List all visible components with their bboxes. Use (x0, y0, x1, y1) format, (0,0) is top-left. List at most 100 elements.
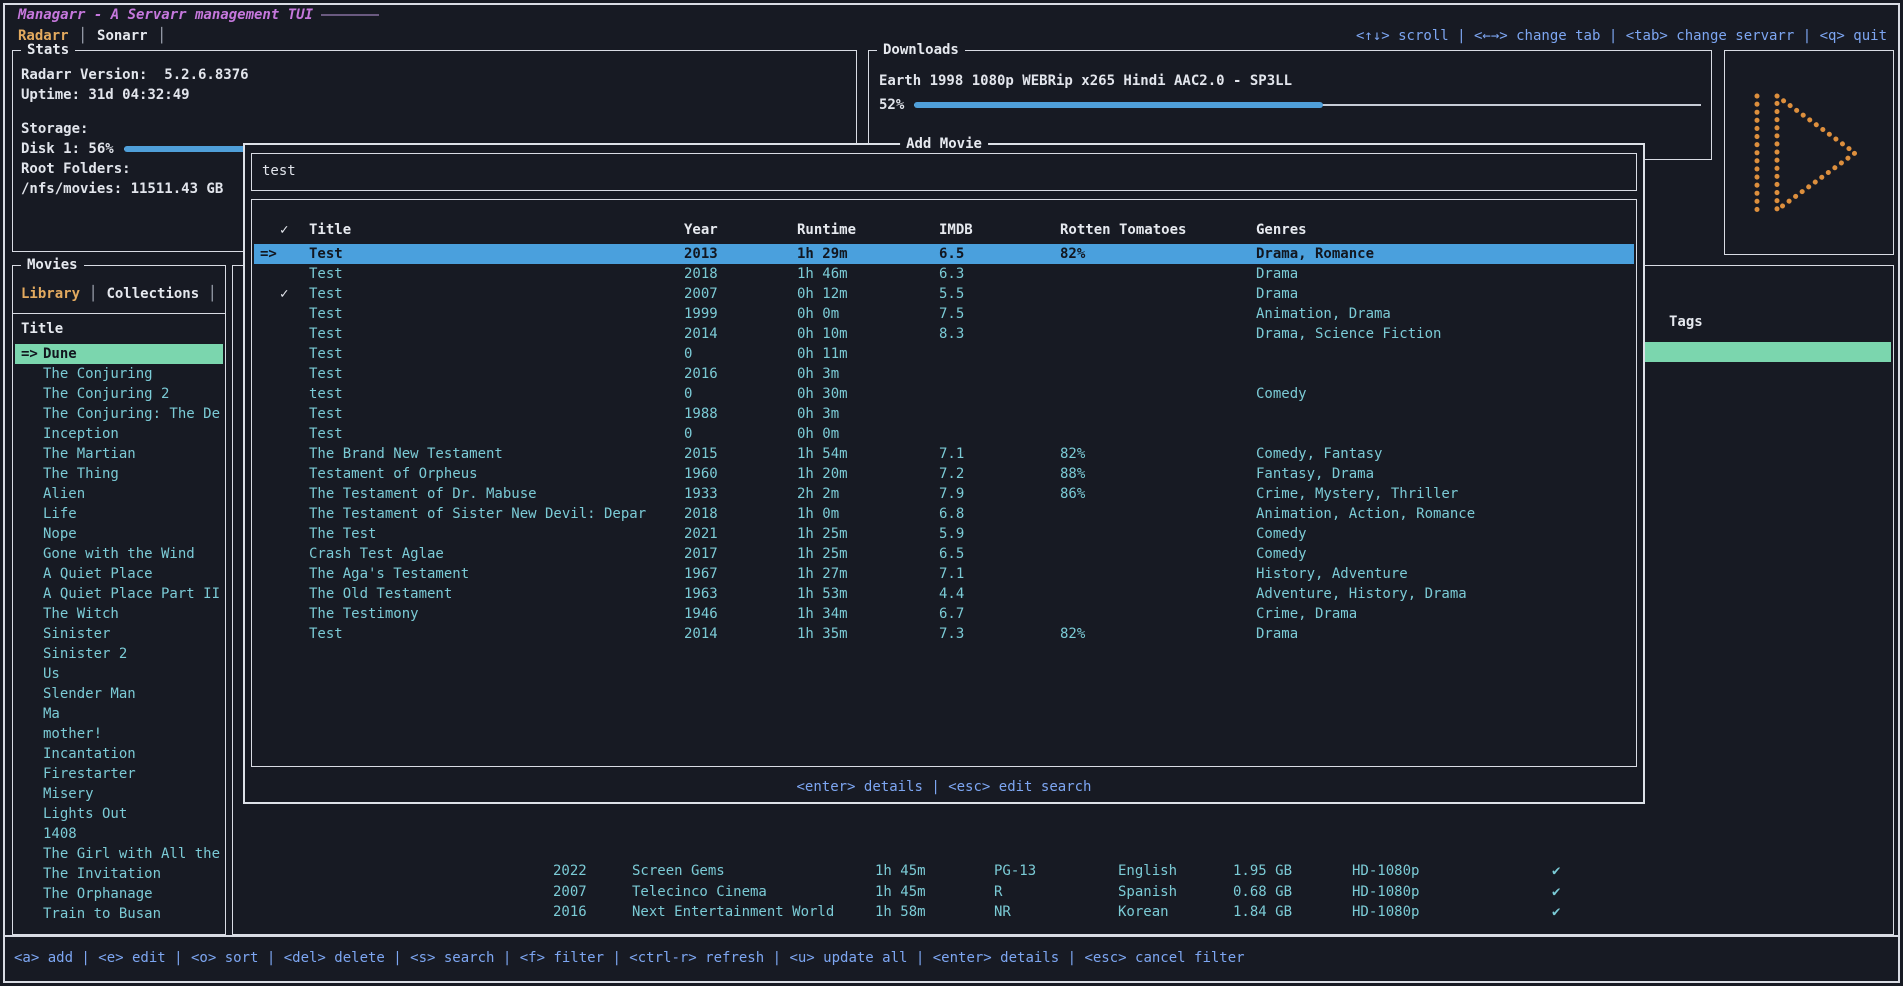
movie-list-item[interactable]: Alien (15, 484, 223, 504)
cell-genres: Fantasy, Drama (1256, 464, 1374, 484)
movie-list-item[interactable]: Slender Man (15, 684, 223, 704)
movie-list-item[interactable]: The Conjuring 2 (15, 384, 223, 404)
search-result-row[interactable]: The Test 2021 1h 25m 5.9 Comedy (254, 524, 1634, 544)
movie-list-item[interactable]: Incantation (15, 744, 223, 764)
cell-imdb: 6.7 (939, 604, 964, 624)
movies-title-header: Title (13, 314, 225, 344)
monitored-icon: ✔ (1552, 861, 1560, 881)
search-result-row[interactable]: Test 1999 0h 0m 7.5 Animation, Drama (254, 304, 1634, 324)
movie-list-item[interactable]: Train to Busan (15, 904, 223, 924)
search-result-row[interactable]: Crash Test Aglae 2017 1h 25m 6.5 Comedy (254, 544, 1634, 564)
movie-list-item[interactable]: 1408 (15, 824, 223, 844)
movie-list-item[interactable]: Lights Out (15, 804, 223, 824)
movie-list-item[interactable]: The Conjuring: The De (15, 404, 223, 424)
search-result-row[interactable]: => Test 2013 1h 29m 6.5 82% Drama, Roman… (254, 244, 1634, 264)
movie-item-label: Gone with the Wind (43, 546, 195, 562)
cell-year: 2014 (684, 624, 718, 644)
library-table-row[interactable]: 2022 Screen Gems 1h 45m PG-13 English 1.… (233, 861, 1893, 882)
search-result-row[interactable]: ✓ Test 2007 0h 12m 5.5 Drama (254, 284, 1634, 304)
cell-imdb: 8.3 (939, 324, 964, 344)
movie-list-item[interactable]: Firestarter (15, 764, 223, 784)
movie-list-item[interactable]: Sinister 2 (15, 644, 223, 664)
tab-separator: │ (158, 26, 166, 46)
movie-item-label: Incantation (43, 746, 136, 762)
cell-genres: Crime, Drama (1256, 604, 1357, 624)
cell-title: The Brand New Testament (309, 444, 503, 464)
cell-title: Test (309, 324, 343, 344)
cell-imdb: 7.5 (939, 304, 964, 324)
cell-runtime: 1h 25m (797, 544, 848, 564)
cell-rotten-tomatoes: 86% (1060, 484, 1085, 504)
movie-list-item[interactable]: The Martian (15, 444, 223, 464)
logo-panel (1724, 50, 1894, 255)
cell-year: 2017 (684, 544, 718, 564)
movie-item-label: The Invitation (43, 866, 161, 882)
search-result-row[interactable]: Test 2014 0h 10m 8.3 Drama, Science Fict… (254, 324, 1634, 344)
selected-row-tags-highlight[interactable] (1645, 342, 1891, 362)
cell-runtime: 0h 11m (797, 344, 848, 364)
search-result-row[interactable]: Test 0 0h 11m (254, 344, 1634, 364)
movie-list-item[interactable]: Ma (15, 704, 223, 724)
movie-list-item[interactable]: Gone with the Wind (15, 544, 223, 564)
selection-arrow: => (21, 344, 38, 364)
storage-label: Storage: (21, 119, 848, 139)
movie-list-item[interactable]: The Thing (15, 464, 223, 484)
movie-list-item[interactable]: The Girl with All the (15, 844, 223, 864)
tab-collections[interactable]: Collections (106, 286, 199, 302)
library-table-row[interactable]: 2016 Next Entertainment World 1h 58m NR … (233, 902, 1893, 923)
movie-list-item[interactable]: Nope (15, 524, 223, 544)
movie-list-item[interactable]: Life (15, 504, 223, 524)
cell-size: 1.84 GB (1233, 902, 1292, 922)
search-result-row[interactable]: The Old Testament 1963 1h 53m 4.4 Advent… (254, 584, 1634, 604)
movie-item-label: The Conjuring (43, 366, 153, 382)
tab-sonarr[interactable]: Sonarr (97, 26, 148, 46)
search-result-row[interactable]: Test 2018 1h 46m 6.3 Drama (254, 264, 1634, 284)
cell-genres: Crime, Mystery, Thriller (1256, 484, 1458, 504)
movie-list-item[interactable]: The Invitation (15, 864, 223, 884)
search-result-row[interactable]: Test 1988 0h 3m (254, 404, 1634, 424)
header-rotten-tomatoes: Rotten Tomatoes (1060, 220, 1186, 240)
library-table-row[interactable]: 2007 Telecinco Cinema 1h 45m R Spanish 0… (233, 882, 1893, 903)
movie-item-label: Lights Out (43, 806, 127, 822)
movie-list-item[interactable]: => Dune (15, 344, 223, 364)
search-result-row[interactable]: The Testament of Sister New Devil: Depar… (254, 504, 1634, 524)
movie-item-label: Misery (43, 786, 94, 802)
movie-list-item[interactable]: Misery (15, 784, 223, 804)
cell-runtime: 1h 58m (875, 902, 926, 922)
tab-library[interactable]: Library (21, 286, 80, 302)
cell-rotten-tomatoes: 88% (1060, 464, 1085, 484)
cell-genres: Comedy (1256, 524, 1307, 544)
download-item[interactable]: Earth 1998 1080p WEBRip x265 Hindi AAC2.… (879, 71, 1701, 91)
tab-separator: │ (208, 286, 216, 302)
movie-list-item[interactable]: A Quiet Place Part II (15, 584, 223, 604)
movie-list-item[interactable]: Inception (15, 424, 223, 444)
movie-list-item[interactable]: The Orphanage (15, 884, 223, 904)
movie-search-input[interactable]: test (251, 153, 1637, 191)
search-result-row[interactable]: Test 2016 0h 3m (254, 364, 1634, 384)
movie-list-item[interactable]: The Witch (15, 604, 223, 624)
movie-list-item[interactable]: mother! (15, 724, 223, 744)
search-result-row[interactable]: Test 0 0h 0m (254, 424, 1634, 444)
cell-runtime: 1h 20m (797, 464, 848, 484)
movie-item-label: Sinister 2 (43, 646, 127, 662)
movie-list-item[interactable]: A Quiet Place (15, 564, 223, 584)
movie-item-label: Train to Busan (43, 906, 161, 922)
search-result-row[interactable]: Test 2014 1h 35m 7.3 82% Drama (254, 624, 1634, 644)
cell-size: 1.95 GB (1233, 861, 1292, 881)
search-result-row[interactable]: The Brand New Testament 2015 1h 54m 7.1 … (254, 444, 1634, 464)
cell-imdb: 6.8 (939, 504, 964, 524)
movie-list-item[interactable]: Sinister (15, 624, 223, 644)
movie-list-item[interactable]: The Conjuring (15, 364, 223, 384)
search-result-row[interactable]: The Aga's Testament 1967 1h 27m 7.1 Hist… (254, 564, 1634, 584)
movie-list-item[interactable]: Us (15, 664, 223, 684)
tab-radarr[interactable]: Radarr (18, 26, 69, 46)
search-result-row[interactable]: The Testimony 1946 1h 34m 6.7 Crime, Dra… (254, 604, 1634, 624)
search-result-row[interactable]: test 0 0h 30m Comedy (254, 384, 1634, 404)
search-result-row[interactable]: The Testament of Dr. Mabuse 1933 2h 2m 7… (254, 484, 1634, 504)
cell-imdb: 5.9 (939, 524, 964, 544)
cell-year: 2018 (684, 504, 718, 524)
selection-arrow: => (260, 244, 277, 264)
search-result-row[interactable]: Testament of Orpheus 1960 1h 20m 7.2 88%… (254, 464, 1634, 484)
cell-year: 1988 (684, 404, 718, 424)
cell-genres: Comedy (1256, 384, 1307, 404)
